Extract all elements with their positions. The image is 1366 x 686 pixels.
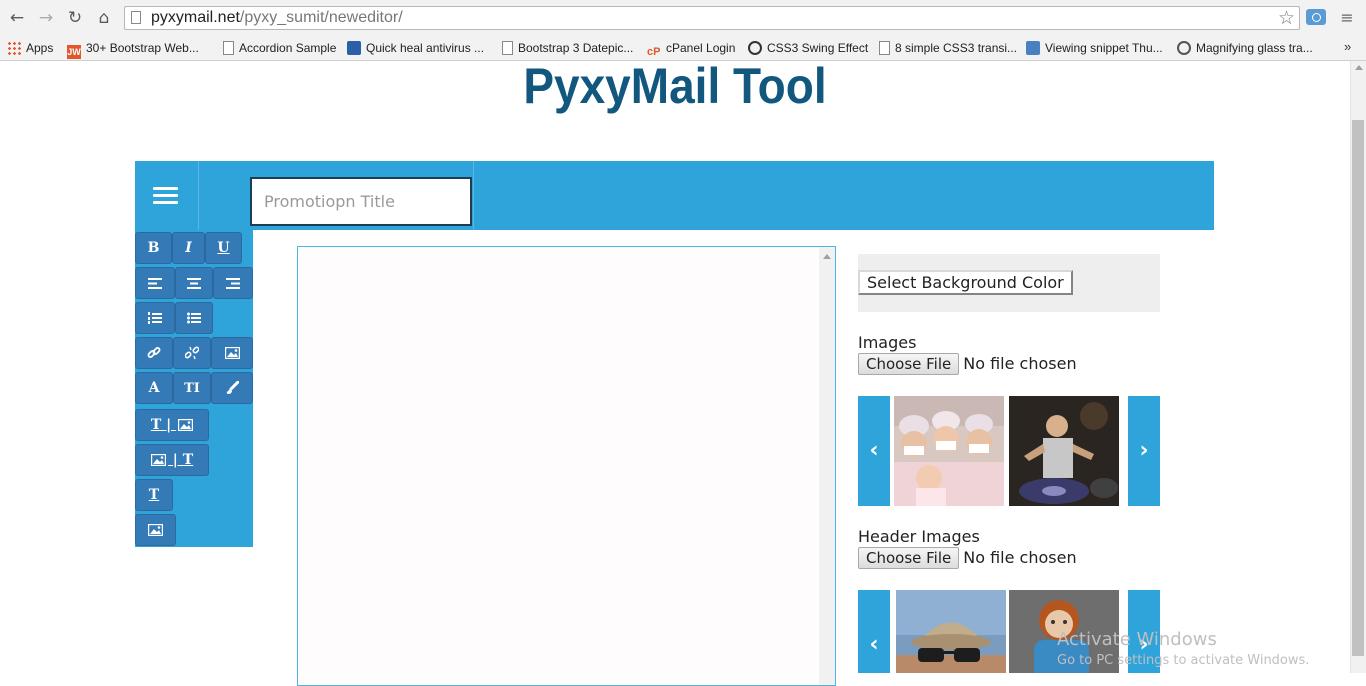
- carousel-prev-button[interactable]: ‹: [858, 396, 890, 506]
- carousel-next-button[interactable]: ›: [1128, 396, 1160, 506]
- page-icon: [502, 41, 513, 55]
- link-button[interactable]: [135, 337, 173, 369]
- bookmark-css3-swing[interactable]: CSS3 Swing Effect: [748, 39, 868, 57]
- forward-icon[interactable]: →: [37, 9, 55, 27]
- browser-menu-icon[interactable]: ≡: [1338, 8, 1356, 27]
- editor-header: [135, 161, 1214, 230]
- font-color-button[interactable]: A: [135, 372, 173, 404]
- apps-grid-icon: [7, 41, 21, 55]
- underline-button[interactable]: U: [205, 232, 242, 264]
- bookmark-magnifying[interactable]: Magnifying glass tra...: [1177, 39, 1313, 57]
- select-background-color-button[interactable]: Select Background Color: [858, 270, 1073, 295]
- home-icon[interactable]: ⌂: [95, 9, 113, 27]
- images-file-input: Choose File No file chosen: [858, 353, 1077, 375]
- align-right-button[interactable]: [213, 267, 253, 299]
- camera-extension-icon[interactable]: [1306, 9, 1326, 25]
- header-images-file-input: Choose File No file chosen: [858, 547, 1077, 569]
- insert-image-button[interactable]: [211, 337, 253, 369]
- bookmark-quickheal[interactable]: Quick heal antivirus ...: [347, 39, 484, 57]
- carousel-image[interactable]: [896, 590, 1006, 673]
- bookmark-snippet[interactable]: Viewing snippet Thu...: [1026, 39, 1163, 57]
- jw-icon: JW: [67, 45, 81, 59]
- promotion-title-input[interactable]: [250, 177, 472, 226]
- align-right-icon: [226, 277, 240, 289]
- image-text-layout-button[interactable]: | T: [135, 444, 209, 476]
- file-status: No file chosen: [963, 548, 1077, 567]
- bookmark-cpanel[interactable]: cP cPanel Login: [647, 39, 735, 58]
- formatting-toolbar: B I U A TI T | | T T: [135, 230, 253, 547]
- carousel-image[interactable]: [1009, 396, 1119, 506]
- page-icon: [131, 11, 141, 24]
- brush-button[interactable]: [211, 372, 253, 404]
- hamburger-menu-button[interactable]: [135, 161, 199, 230]
- page-title: PyxyMail Tool: [523, 58, 827, 114]
- choose-file-button[interactable]: Choose File: [858, 547, 960, 569]
- address-bar[interactable]: pyxymail.net/pyxy_sumit/neweditor/ ☆: [124, 6, 1300, 30]
- ordered-list-icon: [148, 312, 162, 324]
- bootsnipp-icon: [1026, 41, 1040, 55]
- image-icon: [150, 453, 167, 467]
- background-color-panel: Select Background Color: [858, 254, 1160, 312]
- bookmark-star-icon[interactable]: ☆: [1278, 7, 1295, 29]
- quickheal-icon: [347, 41, 361, 55]
- email-editor-canvas[interactable]: [297, 246, 836, 686]
- back-icon[interactable]: ←: [8, 9, 26, 27]
- header-divider: [473, 161, 474, 230]
- unordered-list-icon: [187, 312, 201, 324]
- bookmark-bootstrap-web[interactable]: JW 30+ Bootstrap Web...: [67, 39, 199, 59]
- cpanel-icon: cP: [647, 46, 661, 58]
- bookmark-apps[interactable]: Apps: [7, 39, 53, 57]
- align-center-button[interactable]: [175, 267, 213, 299]
- ordered-list-button[interactable]: [135, 302, 175, 334]
- codepen-icon: [748, 41, 762, 55]
- choose-file-button[interactable]: Choose File: [858, 353, 960, 375]
- image-icon: [147, 523, 164, 537]
- scroll-up-icon[interactable]: [823, 254, 831, 259]
- unlink-button[interactable]: [173, 337, 211, 369]
- wordpress-icon: [1177, 41, 1191, 55]
- bookmark-css3-transitions[interactable]: 8 simple CSS3 transi...: [879, 39, 1017, 57]
- images-carousel: ‹ ›: [858, 396, 1160, 506]
- reload-icon[interactable]: ↻: [66, 9, 84, 27]
- carousel-prev-button[interactable]: ‹: [858, 590, 890, 673]
- text-image-layout-button[interactable]: T |: [135, 409, 209, 441]
- carousel-image[interactable]: [894, 396, 1004, 506]
- page-scrollbar[interactable]: [1350, 61, 1366, 673]
- image-block-button[interactable]: [135, 514, 176, 546]
- unlink-icon: [184, 346, 200, 360]
- align-left-button[interactable]: [135, 267, 175, 299]
- text-size-button[interactable]: TI: [173, 372, 211, 404]
- activate-windows-subtitle: Go to PC settings to activate Windows.: [1057, 653, 1310, 668]
- align-left-icon: [148, 277, 162, 289]
- bold-button[interactable]: B: [135, 232, 172, 264]
- text-block-button[interactable]: T: [135, 479, 173, 511]
- page-icon: [879, 41, 890, 55]
- more-bookmarks-icon[interactable]: »: [1344, 39, 1351, 54]
- brush-icon: [226, 380, 240, 394]
- browser-toolbar: ← → ↻ ⌂ pyxymail.net/pyxy_sumit/newedito…: [0, 0, 1366, 37]
- bookmark-datepicker[interactable]: Bootstrap 3 Datepic...: [502, 39, 633, 57]
- link-icon: [147, 347, 161, 358]
- activate-windows-title: Activate Windows: [1057, 629, 1217, 650]
- unordered-list-button[interactable]: [175, 302, 213, 334]
- bookmark-accordion[interactable]: Accordion Sample: [223, 39, 336, 57]
- url-text[interactable]: pyxymail.net/pyxy_sumit/neweditor/: [151, 9, 403, 27]
- italic-button[interactable]: I: [172, 232, 205, 264]
- editor-scrollbar[interactable]: [819, 247, 835, 685]
- file-status: No file chosen: [963, 354, 1077, 373]
- image-icon: [224, 346, 240, 360]
- scroll-up-icon[interactable]: [1355, 65, 1363, 70]
- header-images-label: Header Images: [858, 527, 980, 546]
- images-label: Images: [858, 333, 917, 352]
- page-icon: [223, 41, 234, 55]
- align-center-icon: [187, 277, 201, 289]
- image-icon: [177, 418, 194, 432]
- scrollbar-thumb[interactable]: [1352, 120, 1364, 656]
